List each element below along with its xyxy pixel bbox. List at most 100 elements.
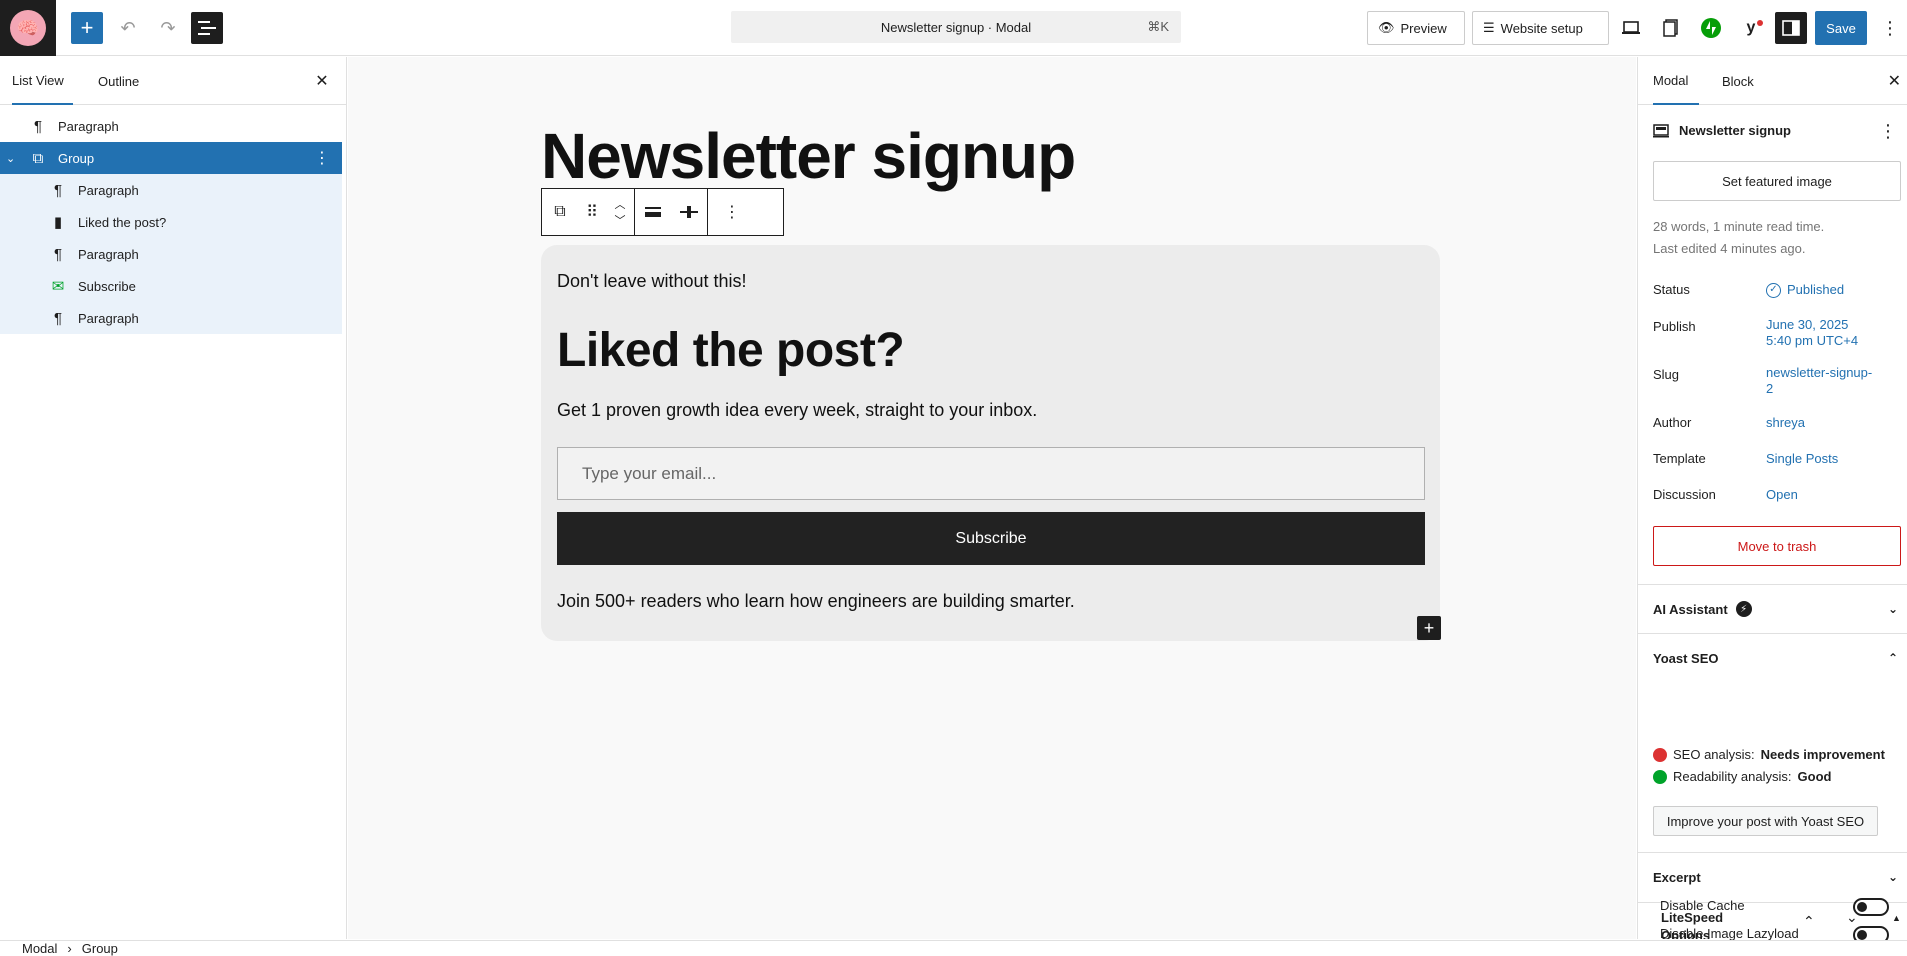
breadcrumb-separator-icon: › xyxy=(67,941,72,956)
move-up-down-icon[interactable]: ︿ ﹀ xyxy=(606,189,634,235)
device-preview-button[interactable] xyxy=(1615,12,1647,44)
settings-sidebar: Modal Block ✕ Newsletter signup ⋮ Set fe… xyxy=(1637,57,1907,939)
ai-assistant-header[interactable]: AI Assistant ⚡ ⌄ xyxy=(1638,585,1907,633)
bolt-icon: ⚡ xyxy=(1735,601,1752,617)
redo-icon[interactable]: ↷ xyxy=(152,12,184,44)
disable-lazyload-label: Disable Image Lazyload xyxy=(1660,926,1799,941)
signup-heading[interactable]: Liked the post? xyxy=(557,323,905,378)
yoast-button[interactable]: y xyxy=(1735,12,1767,44)
yoast-icon: y xyxy=(1746,19,1756,36)
subscribe-button[interactable]: Subscribe xyxy=(557,512,1425,565)
undo-icon[interactable]: ↶ xyxy=(112,12,144,44)
tree-item-paragraph[interactable]: ¶ Paragraph xyxy=(0,238,342,270)
group-block[interactable]: Don't leave without this! Liked the post… xyxy=(541,245,1440,641)
tree-item-label: Paragraph xyxy=(78,182,139,198)
disable-cache-toggle[interactable] xyxy=(1853,898,1889,916)
chevron-up-icon[interactable]: ⌃ xyxy=(1888,651,1898,665)
options-kebab-icon[interactable]: ⋮ xyxy=(1878,12,1902,44)
move-up-chevron-icon[interactable]: ⌃ xyxy=(1803,913,1815,930)
tree-item-paragraph[interactable]: ¶ Paragraph xyxy=(0,302,342,334)
pages-button[interactable] xyxy=(1655,12,1687,44)
laptop-icon xyxy=(1622,21,1640,34)
page-title[interactable]: Newsletter signup xyxy=(541,119,1076,193)
settings-sidebar-toggle[interactable] xyxy=(1775,12,1807,44)
collapse-triangle-icon[interactable]: ▲ xyxy=(1892,913,1901,923)
paragraph-icon: ¶ xyxy=(53,245,63,263)
set-featured-image-button[interactable]: Set featured image xyxy=(1653,161,1901,201)
chevron-down-icon[interactable]: ⌄ xyxy=(6,152,15,165)
breadcrumb: Modal › Group xyxy=(0,940,1907,956)
readability-value: Good xyxy=(1797,769,1832,784)
block-toolbar: ⧉ ⠿ ︿ ﹀ ⋮ xyxy=(541,188,784,236)
tab-modal[interactable]: Modal xyxy=(1653,57,1699,105)
yoast-seo-header[interactable]: Yoast SEO ⌃ xyxy=(1638,634,1907,682)
close-icon[interactable]: ✕ xyxy=(312,71,332,91)
breadcrumb-group[interactable]: Group xyxy=(82,941,118,956)
improve-yoast-button[interactable]: Improve your post with Yoast SEO xyxy=(1653,806,1878,836)
tree-item-subscribe[interactable]: ✉ Subscribe xyxy=(0,270,342,302)
status-value[interactable]: ✓ Published xyxy=(1766,282,1896,298)
excerpt-label: Excerpt xyxy=(1653,869,1701,885)
breadcrumb-modal[interactable]: Modal xyxy=(22,941,57,956)
checklist-icon: ☰ xyxy=(1483,20,1495,35)
drag-handle-icon[interactable]: ⠿ xyxy=(578,189,606,235)
chevron-up-icon[interactable]: ︿ xyxy=(615,196,626,212)
excerpt-panel[interactable]: Excerpt ⌄ xyxy=(1638,852,1907,901)
tree-item-label: Paragraph xyxy=(78,310,139,326)
tree-item-paragraph[interactable]: ¶ Paragraph xyxy=(0,174,342,206)
preview-button[interactable]: 👁 Preview xyxy=(1367,11,1465,45)
preview-label: Preview xyxy=(1400,20,1447,36)
discussion-value[interactable]: Open xyxy=(1766,487,1896,503)
email-field[interactable]: Type your email... xyxy=(557,447,1425,500)
slug-label: Slug xyxy=(1653,367,1680,382)
excerpt-header[interactable]: Excerpt ⌄ xyxy=(1638,853,1907,901)
seo-analysis-value: Needs improvement xyxy=(1760,747,1885,762)
tree-item-paragraph[interactable]: ¶ Paragraph xyxy=(0,110,342,142)
footer-paragraph[interactable]: Join 500+ readers who learn how engineer… xyxy=(557,591,1075,612)
site-logo[interactable]: 🧠 xyxy=(0,0,56,56)
tab-list-view[interactable]: List View xyxy=(12,57,73,105)
ai-assistant-panel[interactable]: AI Assistant ⚡ ⌄ xyxy=(1638,584,1907,633)
command-bar-title: Newsletter signup · Modal xyxy=(880,19,1032,35)
add-block-button[interactable]: + xyxy=(71,12,103,44)
document-overview-button[interactable] xyxy=(191,12,223,44)
check-circle-icon: ✓ xyxy=(1766,282,1781,298)
chevron-down-icon[interactable]: ⌄ xyxy=(1888,870,1898,884)
more-options-kebab-icon[interactable]: ⋮ xyxy=(708,189,756,235)
justify-icon[interactable] xyxy=(635,189,671,235)
save-button[interactable]: Save xyxy=(1815,11,1867,45)
tree-item-heading[interactable]: ▮ Liked the post? xyxy=(0,206,342,238)
group-transform-icon[interactable]: ⧉ xyxy=(542,189,578,235)
publish-value[interactable]: June 30, 2025 5:40 pm UTC+4 xyxy=(1766,317,1896,349)
chevron-down-icon[interactable]: ﹀ xyxy=(615,212,626,228)
seo-analysis-label: SEO analysis: xyxy=(1673,747,1755,762)
slug-line-2: 2 xyxy=(1766,381,1774,396)
chevron-down-icon[interactable]: ⌄ xyxy=(1888,602,1898,616)
top-toolbar: 🧠 + ↶ ↷ Newsletter signup · Modal ⌘K 👁 P… xyxy=(0,0,1907,56)
author-value[interactable]: shreya xyxy=(1766,415,1896,431)
tab-block[interactable]: Block xyxy=(1722,57,1754,105)
intro-paragraph[interactable]: Don't leave without this! xyxy=(557,271,747,292)
tab-outline[interactable]: Outline xyxy=(98,57,139,105)
website-setup-label: Website setup xyxy=(1500,20,1583,36)
status-label: Status xyxy=(1653,282,1690,297)
subtext-paragraph[interactable]: Get 1 proven growth idea every week, str… xyxy=(557,400,1037,421)
yoast-seo-panel: Yoast SEO ⌃ xyxy=(1638,633,1907,759)
jetpack-button[interactable] xyxy=(1695,12,1727,44)
append-block-plus-icon[interactable]: + xyxy=(1417,616,1441,640)
seo-analysis-row: SEO analysis: Needs improvement xyxy=(1653,747,1885,762)
group-options-kebab-icon[interactable]: ⋮ xyxy=(314,148,330,168)
vertical-align-icon[interactable] xyxy=(671,189,707,235)
website-setup-button[interactable]: ☰ Website setup xyxy=(1472,11,1609,45)
toolbar-group-more: ⋮ xyxy=(708,189,756,235)
tree-item-group[interactable]: ⌄ ⧉ Group ⋮ xyxy=(0,142,342,174)
publish-date: June 30, 2025 xyxy=(1766,317,1849,332)
post-actions-kebab-icon[interactable]: ⋮ xyxy=(1879,121,1897,142)
template-value[interactable]: Single Posts xyxy=(1766,451,1896,467)
discussion-label: Discussion xyxy=(1653,487,1716,502)
move-to-trash-button[interactable]: Move to trash xyxy=(1653,526,1901,566)
command-palette-bar[interactable]: Newsletter signup · Modal ⌘K xyxy=(731,11,1181,43)
slug-value[interactable]: newsletter-signup- 2 xyxy=(1766,365,1896,397)
slug-line-1: newsletter-signup- xyxy=(1766,365,1873,380)
close-icon[interactable]: ✕ xyxy=(1888,71,1901,91)
